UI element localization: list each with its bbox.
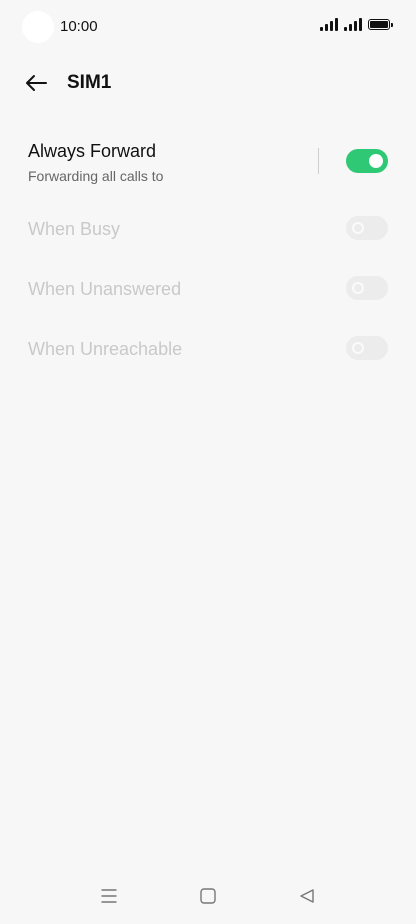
- signal-sim1-icon: [320, 18, 338, 31]
- status-icons: [320, 18, 393, 31]
- toggle-always-forward[interactable]: [346, 149, 388, 173]
- status-bar: 10:00: [0, 0, 416, 52]
- home-icon: [200, 888, 216, 904]
- status-time: 10:00: [60, 18, 98, 35]
- setting-label-when-busy: When Busy: [28, 219, 121, 239]
- nav-home-button[interactable]: [194, 884, 222, 908]
- setting-label-always-forward: Always Forward: [28, 141, 157, 161]
- setting-row-when-busy[interactable]: When Busy: [0, 214, 416, 244]
- page-title: SIM1: [67, 72, 112, 93]
- system-nav-bar: [0, 870, 416, 924]
- toggle-knob: [352, 342, 364, 354]
- back-button[interactable]: [18, 66, 54, 100]
- signal-sim2-icon: [344, 18, 362, 31]
- camera-cutout: [22, 11, 54, 43]
- toggle-when-unanswered[interactable]: [346, 276, 388, 300]
- back-arrow-icon: [26, 75, 47, 91]
- setting-sublabel-always-forward: Forwarding all calls to: [28, 168, 164, 184]
- toggle-when-busy[interactable]: [346, 216, 388, 240]
- setting-row-always-forward[interactable]: Always Forward Forwarding all calls to: [0, 138, 416, 190]
- toggle-knob: [352, 222, 364, 234]
- call-forwarding-screen: 10:00 SIM1 Always Forward Forwarding all…: [0, 0, 416, 924]
- battery-icon: [368, 19, 393, 30]
- back-triangle-icon: [300, 889, 314, 903]
- nav-back-button[interactable]: [293, 884, 321, 908]
- setting-label-when-unanswered: When Unanswered: [28, 279, 182, 299]
- setting-row-when-unreachable[interactable]: When Unreachable: [0, 334, 416, 364]
- toggle-knob: [352, 282, 364, 294]
- menu-icon: [101, 889, 117, 903]
- row-divider: [318, 148, 319, 174]
- toggle-when-unreachable[interactable]: [346, 336, 388, 360]
- nav-menu-button[interactable]: [95, 884, 123, 908]
- toggle-knob: [369, 154, 383, 168]
- app-header: SIM1: [0, 62, 416, 104]
- setting-label-when-unreachable: When Unreachable: [28, 339, 183, 359]
- setting-row-when-unanswered[interactable]: When Unanswered: [0, 274, 416, 304]
